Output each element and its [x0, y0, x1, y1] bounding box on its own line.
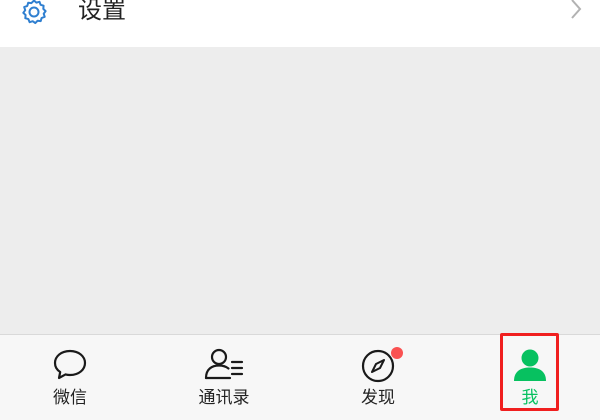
gear-icon [22, 0, 47, 25]
settings-label: 设置 [78, 0, 126, 24]
chevron-right-icon [571, 0, 582, 19]
settings-row[interactable]: 设置 [0, 0, 600, 47]
contacts-icon [204, 348, 244, 380]
content-area [0, 47, 600, 334]
highlight-box [500, 333, 559, 411]
tab-contacts-label: 通讯录 [198, 388, 250, 408]
wechat-me-screen: 设置 微信 通讯录 发现 我 [0, 0, 600, 420]
discover-badge [391, 347, 403, 359]
tab-chats-label: 微信 [53, 388, 87, 408]
tab-chats[interactable]: 微信 [10, 335, 130, 420]
tab-discover[interactable]: 发现 [318, 335, 438, 420]
tab-discover-label: 发现 [361, 388, 395, 408]
chat-bubble-icon [53, 349, 87, 380]
tab-contacts[interactable]: 通讯录 [164, 335, 284, 420]
